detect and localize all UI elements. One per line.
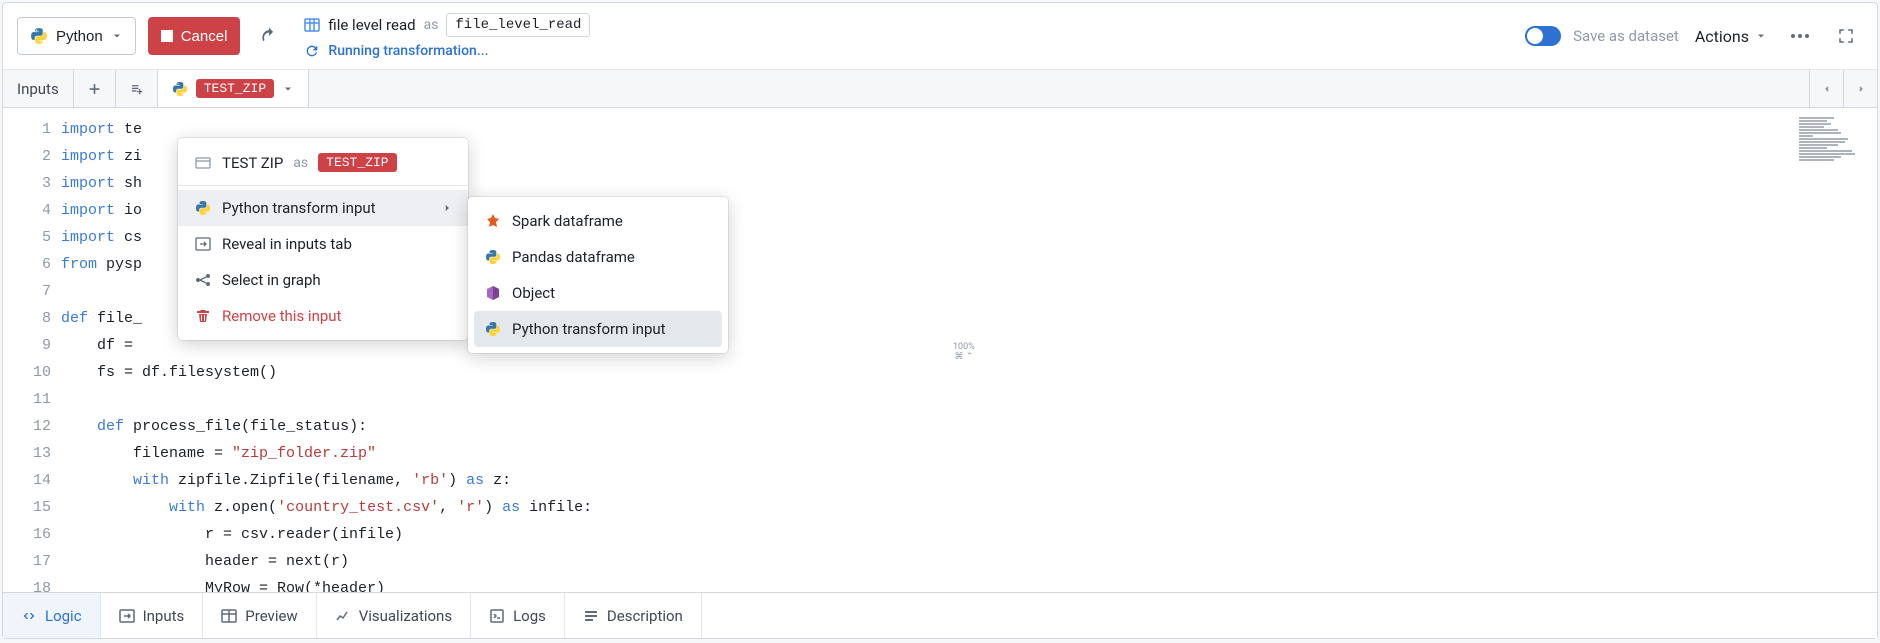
tab-visualizations-label: Visualizations <box>359 607 452 625</box>
submenu-label: Spark dataframe <box>512 212 623 230</box>
tab-badge: TEST_ZIP <box>196 79 274 98</box>
logs-icon <box>489 608 505 624</box>
breadcrumb-block: file level read as file_level_read Runni… <box>304 13 590 59</box>
top-toolbar: Python Cancel file level read as file_le… <box>3 3 1877 70</box>
python-icon <box>194 200 212 216</box>
menu-item-label: Remove this input <box>222 307 341 325</box>
tab-preview-label: Preview <box>245 607 297 625</box>
running-status: Running transformation... <box>304 43 590 59</box>
submenu-spark-dataframe[interactable]: Spark dataframe <box>468 203 728 239</box>
tab-inputs[interactable]: Inputs <box>101 593 204 638</box>
menu-remove-input[interactable]: Remove this input <box>178 298 468 334</box>
more-button[interactable] <box>1783 19 1817 53</box>
context-header-badge: TEST_ZIP <box>318 153 396 172</box>
description-icon <box>583 608 599 624</box>
python-icon <box>484 249 502 265</box>
tab-logic[interactable]: Logic <box>3 593 101 638</box>
language-label: Python <box>56 28 103 45</box>
running-text: Running transformation... <box>328 43 488 59</box>
menu-python-transform-input[interactable]: Python transform input <box>178 190 468 226</box>
tab-prev-button[interactable] <box>1809 70 1843 107</box>
stop-icon <box>161 30 173 42</box>
refresh-icon <box>304 43 320 59</box>
tab-logs-label: Logs <box>513 607 546 625</box>
python-icon <box>30 27 48 45</box>
context-header: TEST ZIP as TEST_ZIP <box>178 144 468 181</box>
language-selector[interactable]: Python <box>17 17 136 55</box>
chevron-down-icon <box>111 30 123 42</box>
submenu-object[interactable]: Object <box>468 275 728 311</box>
bottom-toolbar: Logic Inputs Preview Visualizations Logs <box>3 592 1877 638</box>
tab-inputs-label: Inputs <box>143 607 185 625</box>
inputs-label-cell: Inputs <box>3 70 74 107</box>
tab-description-label: Description <box>607 607 683 625</box>
tab-logs[interactable]: Logs <box>471 593 565 638</box>
python-icon <box>484 321 502 337</box>
fullscreen-button[interactable] <box>1829 19 1863 53</box>
inputs-icon <box>119 608 135 624</box>
cancel-label: Cancel <box>181 28 228 45</box>
as-label: as <box>424 17 439 33</box>
tab-preview[interactable]: Preview <box>203 593 316 638</box>
submenu-pandas-dataframe[interactable]: Pandas dataframe <box>468 239 728 275</box>
menu-select-graph[interactable]: Select in graph <box>178 262 468 298</box>
context-header-text: TEST ZIP <box>222 154 283 172</box>
tab-logic-label: Logic <box>45 607 82 625</box>
tab-next-button[interactable] <box>1843 70 1877 107</box>
menu-item-label: Select in graph <box>222 271 321 289</box>
actions-label: Actions <box>1695 27 1749 46</box>
breadcrumb-title: file level read <box>328 16 415 34</box>
transform-input-submenu: Spark dataframe Pandas dataframe Object … <box>468 197 728 353</box>
submenu-python-transform-input[interactable]: Python transform input <box>474 311 722 347</box>
cancel-button[interactable]: Cancel <box>148 17 241 55</box>
line-gutter: 123456789101112131415161718 <box>3 108 61 592</box>
tab-test-zip[interactable]: TEST_ZIP <box>158 70 309 107</box>
reveal-icon <box>194 236 212 252</box>
save-as-dataset-label: Save as dataset <box>1573 27 1679 45</box>
tab-description[interactable]: Description <box>565 593 702 638</box>
menu-reveal-inputs[interactable]: Reveal in inputs tab <box>178 226 468 262</box>
zoom-hint: 100% ⌘ ⌃ <box>953 343 975 363</box>
breadcrumb-code: file_level_read <box>446 13 590 37</box>
submenu-label: Object <box>512 284 555 302</box>
python-icon <box>172 81 188 97</box>
table-icon <box>221 608 237 624</box>
chevron-down-icon <box>1755 30 1767 42</box>
input-context-menu: TEST ZIP as TEST_ZIP Python transform in… <box>178 138 468 340</box>
inputs-label: Inputs <box>17 80 59 98</box>
code-icon <box>21 608 37 624</box>
undo-button[interactable] <box>252 19 286 53</box>
chart-icon <box>335 608 351 624</box>
tab-visualizations[interactable]: Visualizations <box>317 593 471 638</box>
save-toggle[interactable] <box>1525 26 1561 46</box>
table-icon <box>304 17 320 33</box>
inputs-tabstrip: Inputs TEST_ZIP <box>3 70 1877 108</box>
chevron-down-icon <box>282 83 294 95</box>
cube-icon <box>484 285 502 301</box>
as-label: as <box>293 155 308 171</box>
submenu-label: Python transform input <box>512 320 666 338</box>
menu-item-label: Python transform input <box>222 199 376 217</box>
dataset-icon <box>194 155 212 171</box>
actions-menu[interactable]: Actions <box>1691 21 1771 52</box>
add-input-list-button[interactable] <box>116 70 158 107</box>
graph-icon <box>194 272 212 288</box>
chevron-right-icon <box>442 203 452 213</box>
add-input-button[interactable] <box>74 70 116 107</box>
spark-icon <box>484 213 502 229</box>
menu-item-label: Reveal in inputs tab <box>222 235 352 253</box>
trash-icon <box>194 308 212 324</box>
submenu-label: Pandas dataframe <box>512 248 635 266</box>
